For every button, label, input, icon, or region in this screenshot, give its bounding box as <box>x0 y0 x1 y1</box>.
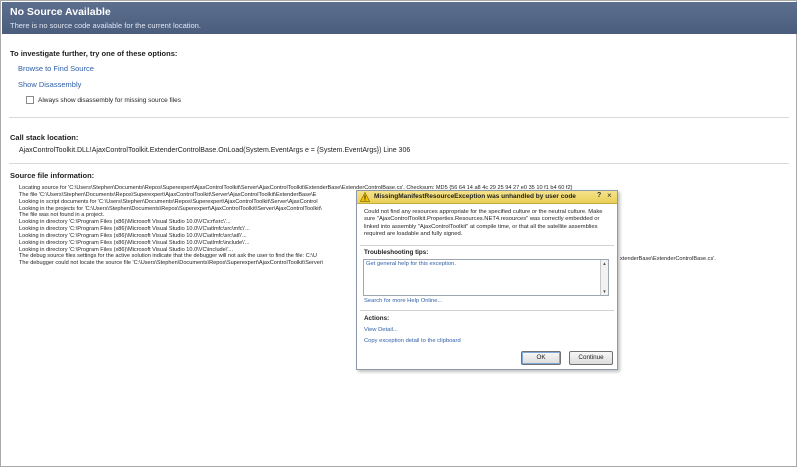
page-subtitle: There is no source code available for th… <box>10 21 201 30</box>
scroll-down-icon[interactable]: ▼ <box>601 289 608 294</box>
call-stack-heading: Call stack location: <box>10 133 79 142</box>
tips-scrollbar[interactable]: ▲ ▼ <box>600 260 608 295</box>
show-disassembly-link[interactable]: Show Disassembly <box>18 80 81 89</box>
always-show-disassembly-label: Always show disassembly for missing sour… <box>38 96 182 104</box>
troubleshooting-heading: Troubleshooting tips: <box>364 249 429 256</box>
help-icon[interactable]: ? <box>597 192 601 199</box>
general-help-link[interactable]: Get general help for this exception. <box>366 261 456 267</box>
warning-icon <box>360 192 370 202</box>
section-divider <box>9 163 789 164</box>
dialog-title: MissingManifestResourceException was unh… <box>374 193 576 200</box>
scroll-up-icon[interactable]: ▲ <box>601 261 608 266</box>
browse-to-find-source-link[interactable]: Browse to Find Source <box>18 64 94 73</box>
page-title: No Source Available <box>10 6 111 18</box>
source-file-info-heading: Source file information: <box>10 171 95 180</box>
investigate-heading: To investigate further, try one of these… <box>10 49 178 58</box>
actions-heading: Actions: <box>364 315 390 322</box>
dialog-title-bar[interactable]: MissingManifestResourceException was unh… <box>357 191 617 204</box>
search-help-online-link[interactable]: Search for more Help Online... <box>364 298 442 304</box>
copy-exception-detail-link[interactable]: Copy exception detail to the clipboard <box>364 338 461 344</box>
page-header: No Source Available There is no source c… <box>2 2 797 34</box>
call-stack-location: AjaxControlToolkit.DLL!AjaxControlToolki… <box>19 147 411 154</box>
troubleshooting-tips-list[interactable]: Get general help for this exception. ▲ ▼ <box>363 259 609 296</box>
close-icon[interactable]: × <box>607 191 612 200</box>
log-line-tail: xtenderBase\ExtenderControlBase.cs'. <box>620 256 716 262</box>
exception-message: Could not find any resources appropriate… <box>364 209 603 237</box>
view-detail-link[interactable]: View Detail... <box>364 327 398 333</box>
always-show-disassembly-option[interactable]: Always show disassembly for missing sour… <box>26 96 181 104</box>
section-divider <box>9 117 789 118</box>
exception-assistant-dialog: MissingManifestResourceException was unh… <box>356 190 618 370</box>
ok-button[interactable]: OK <box>521 351 561 365</box>
dialog-divider <box>360 310 614 311</box>
dialog-divider <box>360 245 614 246</box>
continue-button[interactable]: Continue <box>569 351 613 365</box>
always-show-disassembly-checkbox[interactable] <box>26 96 34 104</box>
